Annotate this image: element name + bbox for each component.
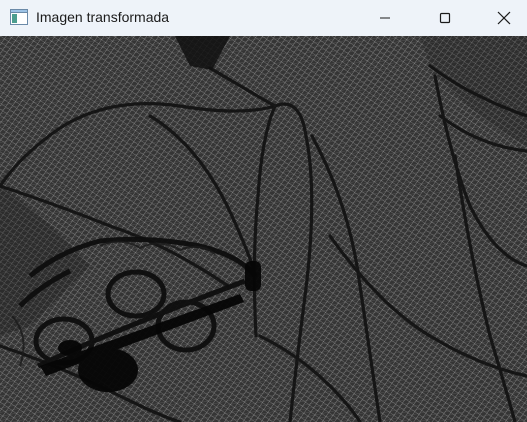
transformed-image	[0, 36, 527, 422]
title-bar[interactable]: Imagen transformada	[0, 0, 527, 36]
maximize-button[interactable]	[422, 0, 468, 36]
minimize-icon	[379, 12, 391, 24]
window-title: Imagen transformada	[36, 9, 170, 25]
app-window: Imagen transformada	[0, 0, 527, 422]
close-button[interactable]	[481, 0, 527, 36]
transformed-image-canvas	[0, 36, 527, 422]
app-window-icon	[10, 9, 28, 25]
close-icon	[497, 11, 511, 25]
minimize-button[interactable]	[362, 0, 408, 36]
maximize-icon	[439, 12, 451, 24]
